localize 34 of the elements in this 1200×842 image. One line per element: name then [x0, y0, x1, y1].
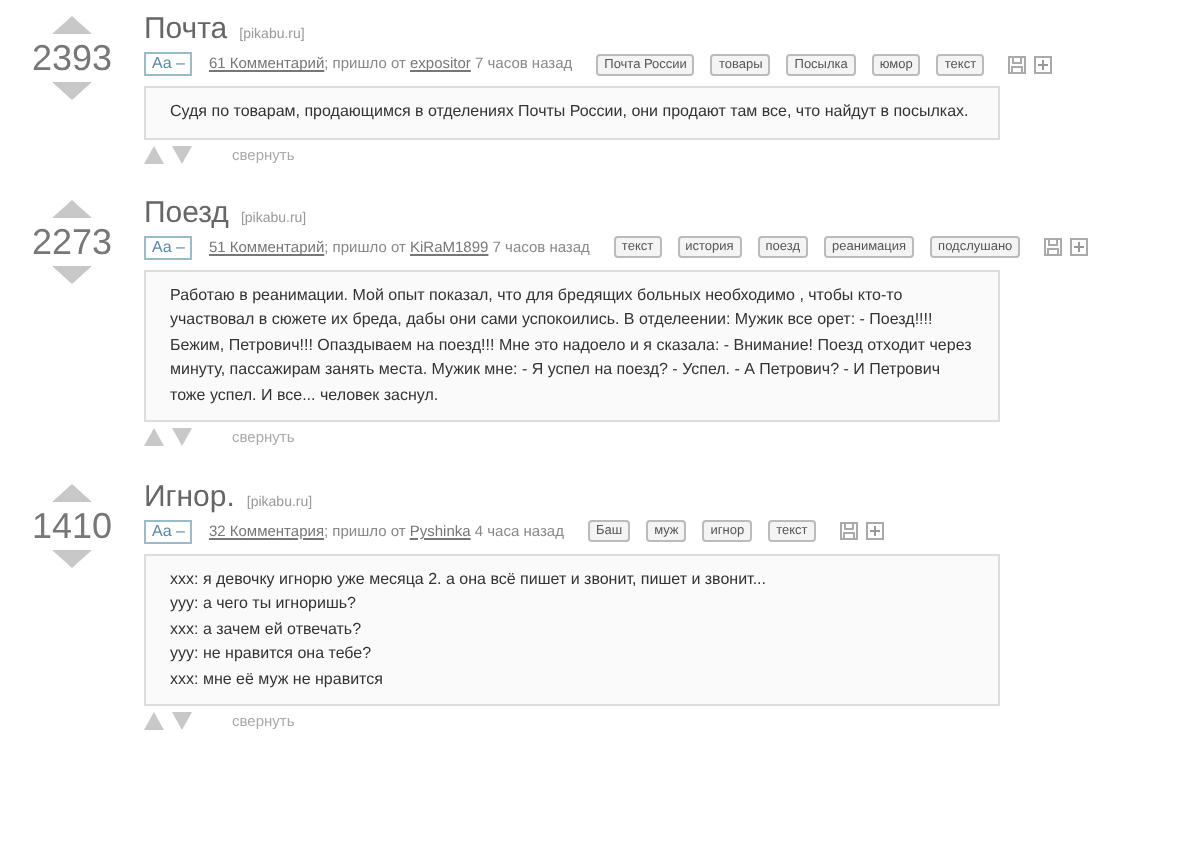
- save-icon[interactable]: [839, 522, 858, 540]
- downvote-icon[interactable]: [52, 265, 92, 284]
- downvote-icon[interactable]: [52, 549, 92, 567]
- rating: 2393: [31, 38, 113, 78]
- vote-down-icon[interactable]: [172, 428, 192, 447]
- vote-up-icon[interactable]: [144, 712, 164, 731]
- upvote-icon[interactable]: [52, 16, 92, 34]
- rating: 1410: [31, 505, 113, 545]
- post-text-line: xxx: мне её муж не нравится: [170, 667, 385, 692]
- post-title[interactable]: Почта: [144, 12, 228, 48]
- post-text-line: xxx: я девочку игнорю уже месяца 2. а она всё пишет и звонит, пишет и звонит...: [170, 567, 768, 592]
- save-icon[interactable]: [1044, 238, 1063, 257]
- font-size-toggle[interactable]: Aa –: [144, 235, 193, 260]
- vote-down-icon[interactable]: [172, 145, 192, 164]
- expand-icon[interactable]: [865, 522, 884, 540]
- font-size-toggle[interactable]: Aa –: [144, 52, 193, 76]
- post-text-line: Работаю в реанимации. Мой опыт показал, что для бредящих больных необходимо , чтобы кто-то участвовал в сюжете их бреда, дабы они сами успокоились. В отделеении: Мужик все орет: - Поезд!!!! Бежим, Петрович!!! Опаздываем на поезд!!! Мне это надоело и я сказала: - Внимание! Поезд отходит через минуту, пассажирам занять места. Мужик мне: - Я успел на поезд? - Успел. - А Петрович? - И Петрович тоже успел. И все... человек заснул.: [170, 283, 974, 408]
- expand-icon[interactable]: [1034, 55, 1053, 73]
- rating: 2273: [31, 221, 113, 262]
- upvote-icon[interactable]: [52, 199, 92, 218]
- post-text-line: Судя по товарам, продающимся в отделениях Почты России, они продают там все, что найдут в посылках.: [170, 100, 971, 124]
- post-title[interactable]: Игнор.: [144, 479, 235, 515]
- font-size-toggle[interactable]: Aa –: [144, 519, 193, 543]
- post-title[interactable]: Поезд: [144, 195, 229, 232]
- vote-down-icon[interactable]: [172, 712, 192, 731]
- downvote-icon[interactable]: [52, 82, 92, 100]
- post-text-line: yyy: не нравится она тебе?: [170, 642, 374, 666]
- expand-icon[interactable]: [1070, 238, 1089, 257]
- vote-up-icon[interactable]: [144, 428, 164, 447]
- post-text-line: yyy: а чего ты игноришь?: [170, 592, 358, 616]
- upvote-icon[interactable]: [52, 483, 92, 501]
- save-icon[interactable]: [1008, 55, 1027, 73]
- post-text-line: xxx: а зачем ей отвечать?: [170, 617, 364, 641]
- vote-up-icon[interactable]: [144, 145, 164, 164]
